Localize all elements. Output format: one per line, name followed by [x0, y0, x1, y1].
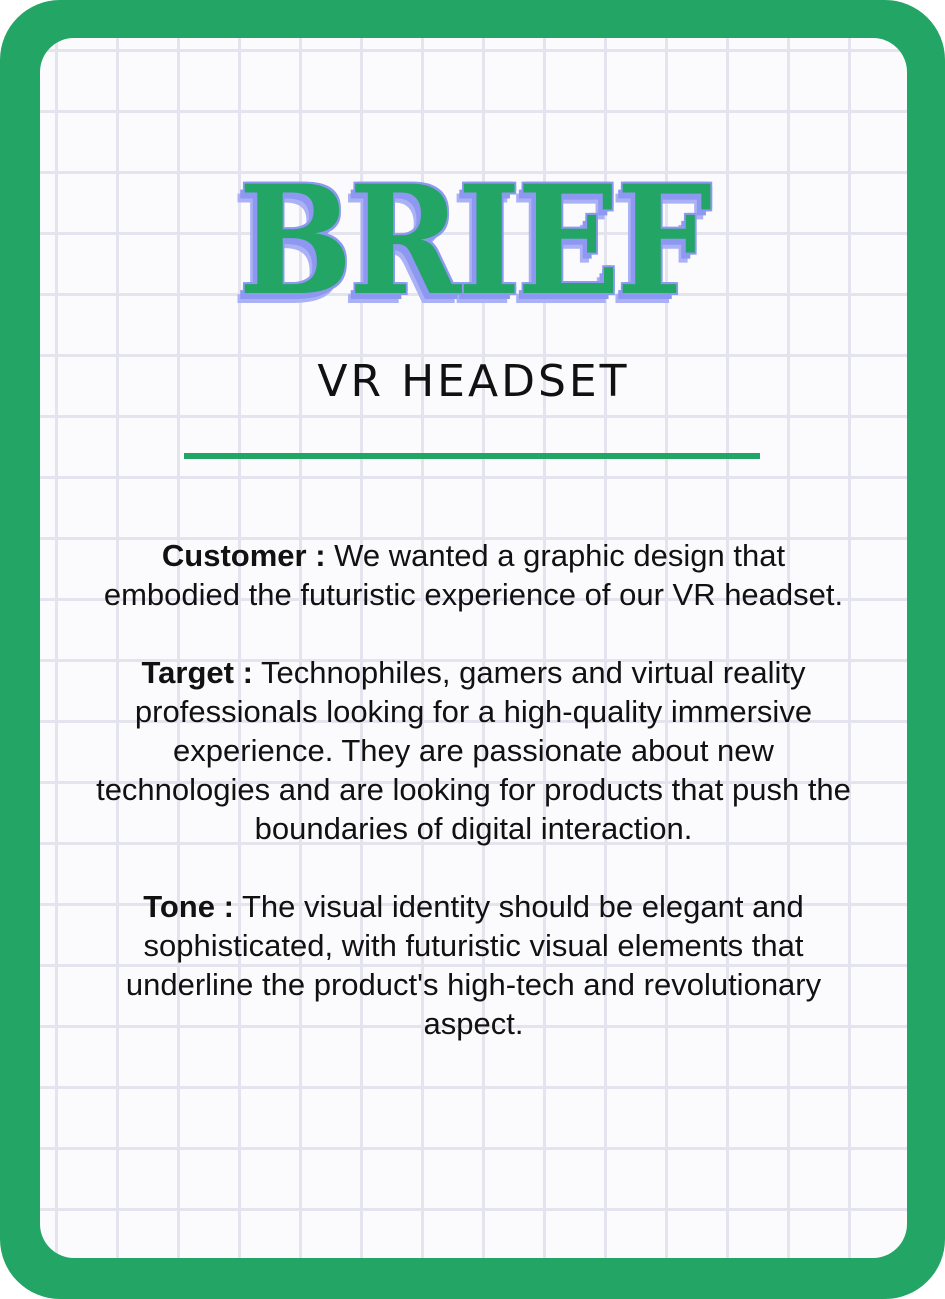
target-label: Target : [141, 655, 253, 690]
customer-label: Customer : [161, 538, 326, 573]
tone-section: Tone : The visual identity should be ele… [90, 887, 857, 1043]
brief-title: BRIEF [238, 153, 712, 329]
customer-section: Customer : We wanted a graphic design th… [90, 536, 857, 614]
title-divider [184, 453, 760, 459]
tone-label: Tone : [143, 889, 234, 924]
target-section: Target : Technophiles, gamers and virtua… [90, 653, 857, 848]
card-frame: BRIEF VR HEADSET Customer : We wanted a … [0, 0, 945, 1299]
card-grid-panel: BRIEF VR HEADSET Customer : We wanted a … [40, 38, 907, 1258]
product-subtitle: VR HEADSET [317, 356, 630, 407]
brief-body: Customer : We wanted a graphic design th… [90, 536, 857, 1082]
